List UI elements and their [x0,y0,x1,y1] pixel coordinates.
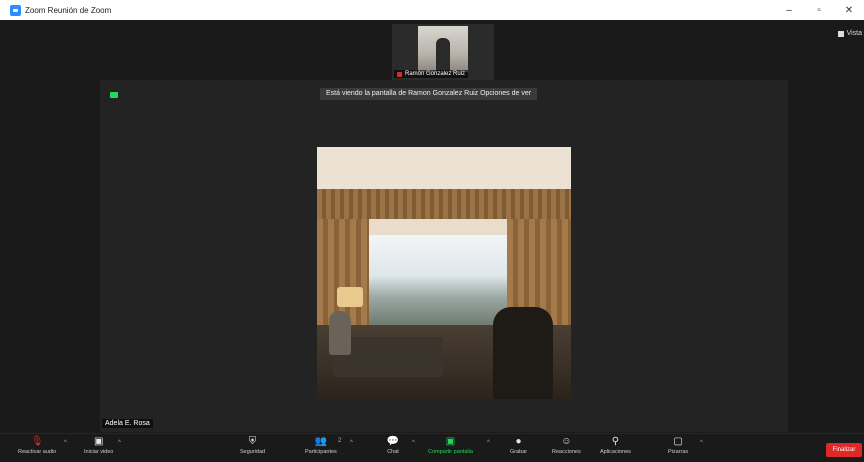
maximize-button[interactable]: ▫ [804,0,834,20]
whiteboard-chevron-icon[interactable]: ^ [700,440,703,446]
share-options-chevron-icon[interactable]: ^ [487,440,490,446]
mute-button[interactable]: 🎙 Reactivar audio [18,436,56,455]
close-button[interactable]: ✕ [834,0,864,20]
photo-curtain-valance [317,189,571,219]
share-screen-button[interactable]: ▣ Compartir pantalla [428,436,473,455]
window-controls: – ▫ ✕ [774,0,864,20]
thumbnail-name: Ramón Gonzalez Ruiz [405,71,466,77]
video-options-chevron-icon[interactable]: ^ [118,440,121,446]
participants-count: 2 [338,438,342,444]
share-status-icon[interactable] [110,92,118,98]
security-button[interactable]: ⛨ Seguridad [240,436,265,455]
apps-button[interactable]: ⚲ Aplicaciones [600,436,631,455]
mic-muted-icon [397,71,402,77]
share-screen-icon: ▣ [445,436,456,447]
whiteboard-icon: ▢ [673,436,683,447]
record-button[interactable]: ● Grabar [510,436,527,455]
shield-icon: ⛨ [248,436,257,447]
participants-chevron-icon[interactable]: ^ [350,440,353,446]
photo-person [329,311,351,355]
chat-button[interactable]: 💬 Chat [387,436,399,455]
record-icon: ● [515,436,522,447]
participant-thumbnail[interactable]: Ramón Gonzalez Ruiz [392,24,494,80]
start-video-button[interactable]: ▣ Iniciar video [84,436,113,455]
mic-off-icon: 🎙 [30,436,44,447]
chat-icon: 💬 [386,436,400,447]
zoom-logo-icon [10,4,21,16]
participants-button[interactable]: 👥 Participantes [305,436,337,455]
photo-lamp [337,287,363,307]
meeting-stage: Ramón Gonzalez Ruiz Vista Está viendo la… [12,20,864,433]
whiteboard-button[interactable]: ▢ Pizarras [668,436,688,455]
shared-photo [317,147,571,399]
apps-icon: ⚲ [611,436,620,447]
photo-ceiling [317,147,571,189]
view-label: Vista [846,30,862,37]
participants-icon: 👥 [314,436,328,447]
end-meeting-button[interactable]: Finalizar [826,443,862,457]
thumbnail-video [418,26,468,72]
window-title: Zoom Reunión de Zoom [25,5,112,15]
reactions-icon: ☺ [561,436,572,447]
meeting-toolbar: 🎙 Reactivar audio ^ ▣ Iniciar video ^ ⛨ … [0,433,864,462]
person-silhouette [436,38,450,72]
thumbnail-name-tag: Ramón Gonzalez Ruiz [394,70,469,78]
grid-view-icon [837,30,844,37]
audio-options-chevron-icon[interactable]: ^ [64,440,67,446]
presenter-name: Adela E. Rosa [102,419,153,428]
minimize-button[interactable]: – [774,0,804,20]
reactions-button[interactable]: ☺ Reacciones [552,436,581,455]
photo-window [369,235,507,325]
screen-share-area: Está viendo la pantalla de Ramon Gonzale… [100,80,788,432]
share-banner[interactable]: Está viendo la pantalla de Ramon Gonzale… [320,88,538,100]
chat-chevron-icon[interactable]: ^ [412,440,415,446]
photo-chair [493,307,553,399]
title-bar: Zoom Reunión de Zoom – ▫ ✕ [0,0,864,20]
view-toggle[interactable]: Vista [837,30,862,37]
video-off-icon: ▣ [93,436,104,447]
